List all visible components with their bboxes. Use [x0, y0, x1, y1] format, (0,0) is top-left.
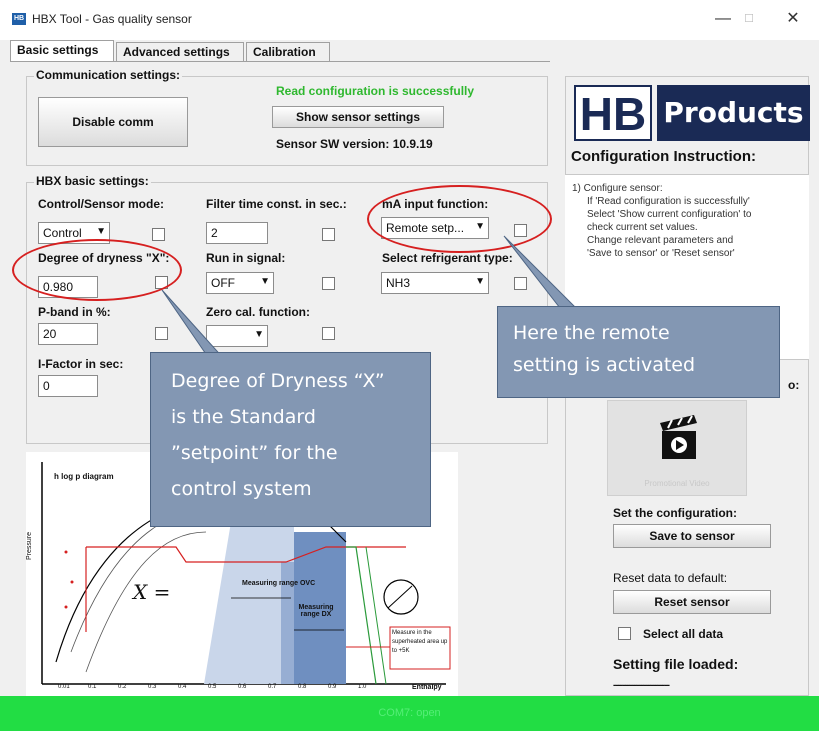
minimize-button[interactable]: — [710, 8, 736, 30]
instruction-line-6: 'Save to sensor' or 'Reset sensor' [587, 248, 735, 259]
diagram-range-dx: Measuring range DX [298, 604, 334, 618]
video-caption: Promotional Video [644, 479, 710, 488]
p-band-input[interactable]: 20 [38, 323, 98, 345]
zero-cal-checkbox[interactable] [322, 327, 335, 340]
diagram-x-tick: 0.1 [88, 684, 97, 690]
dryness-callout-line-2: is the Standard [171, 406, 316, 428]
diagram-x-tick: 0.5 [208, 684, 217, 690]
instruction-line-5: Change relevant parameters and [587, 235, 734, 246]
control-mode-label: Control/Sensor mode: [38, 197, 165, 211]
select-all-label: Select all data [643, 627, 724, 641]
tab-basic-settings[interactable]: Basic settings [10, 40, 114, 62]
hb-logo: HB [574, 85, 652, 141]
instruction-line-2: If 'Read configuration is successfully' [587, 196, 750, 207]
tab-advanced-settings[interactable]: Advanced settings [116, 42, 244, 62]
video-label: o: [788, 378, 800, 392]
chevron-down-icon: ▼ [96, 226, 106, 237]
products-logo: Products [657, 85, 810, 141]
remote-callout: Here the remote setting is activated [497, 306, 780, 398]
reset-default-label: Reset data to default: [613, 571, 728, 585]
diagram-superheated-note: Measure in the superheated area up to +5… [392, 630, 448, 654]
diagram-x-tick: 0.6 [238, 684, 247, 690]
remote-callout-line-1: Here the remote [513, 322, 670, 344]
refrigerant-select[interactable]: NH3 ▼ [381, 272, 489, 294]
diagram-title: h log p diagram [54, 472, 114, 481]
i-factor-input[interactable]: 0 [38, 375, 98, 397]
filter-time-checkbox[interactable] [322, 228, 335, 241]
filter-time-input[interactable]: 2 [206, 222, 268, 244]
control-mode-checkbox[interactable] [152, 228, 165, 241]
p-band-label: P-band in %: [38, 305, 111, 319]
refrigerant-value: NH3 [386, 276, 411, 290]
set-config-label: Set the configuration: [613, 506, 737, 520]
reset-sensor-button[interactable]: Reset sensor [613, 590, 771, 614]
maximize-button[interactable]: ☐ [736, 8, 762, 30]
run-in-signal-checkbox[interactable] [322, 277, 335, 290]
diagram-x-tick: 0.7 [268, 684, 277, 690]
sensor-sw-version: Sensor SW version: 10.9.19 [276, 137, 433, 151]
show-sensor-settings-button[interactable]: Show sensor settings [272, 106, 444, 128]
dryness-callout-line-1: Degree of Dryness “X” [171, 370, 385, 392]
filter-time-label: Filter time const. in sec.: [206, 197, 347, 211]
instruction-line-4: check current set values. [587, 222, 698, 233]
diagram-x-tick: 0.8 [298, 684, 307, 690]
chevron-down-icon: ▼ [260, 276, 270, 287]
select-all-checkbox[interactable] [618, 627, 631, 640]
refrigerant-label: Select refrigerant type: [382, 251, 513, 265]
control-mode-value: Control [43, 226, 82, 240]
remote-callout-line-2: setting is activated [513, 354, 696, 376]
diagram-x-tick: 1.0 [358, 684, 367, 690]
i-factor-label: I-Factor in sec: [38, 357, 124, 371]
diagram-x-tick: 0.9 [328, 684, 337, 690]
instruction-line-1: 1) Configure sensor: [572, 183, 663, 194]
status-bar: COM7: open [0, 696, 819, 731]
diagram-x-tick: 0.3 [148, 684, 157, 690]
instruction-title: Configuration Instruction: [571, 148, 756, 165]
tab-divider [10, 61, 550, 62]
diagram-range-ovc: Measuring range OVC [242, 580, 316, 587]
communication-group-label: Communication settings: [34, 68, 183, 82]
window-title: HBX Tool - Gas quality sensor [32, 12, 192, 26]
diagram-x-tick: 0.01 [58, 684, 70, 690]
remote-callout-pointer [503, 235, 578, 309]
app-icon: HB [12, 13, 26, 25]
setting-file-label: Setting file loaded: [613, 656, 739, 672]
chevron-down-icon: ▼ [475, 276, 485, 287]
basic-settings-group-label: HBX basic settings: [34, 174, 151, 188]
chevron-down-icon: ▼ [254, 329, 264, 340]
tab-calibration[interactable]: Calibration [246, 42, 330, 62]
diagram-x-tick: 0.2 [118, 684, 127, 690]
dryness-callout-line-3: ”setpoint” for the [171, 442, 338, 464]
disable-comm-button[interactable]: Disable comm [38, 97, 188, 147]
diagram-y-label: Pressure [26, 531, 33, 560]
save-to-sensor-button[interactable]: Save to sensor [613, 524, 771, 548]
diagram-x-tick: 0.4 [178, 684, 187, 690]
dryness-callout-line-4: control system [171, 478, 312, 500]
setting-file-value: ------------------------ [613, 680, 670, 691]
diagram-x-ticks: 0.01 0.1 0.2 0.3 0.4 0.5 0.6 0.7 0.8 0.9 1.0 [26, 684, 458, 694]
diagram-formula: X = [133, 580, 171, 604]
close-button[interactable]: ✕ [780, 8, 806, 30]
read-status-text: Read configuration is successfully [276, 84, 475, 98]
dryness-callout: Degree of Dryness “X” is the Standard ”s… [150, 352, 431, 527]
instruction-line-3: Select 'Show current configuration' to [587, 209, 752, 220]
